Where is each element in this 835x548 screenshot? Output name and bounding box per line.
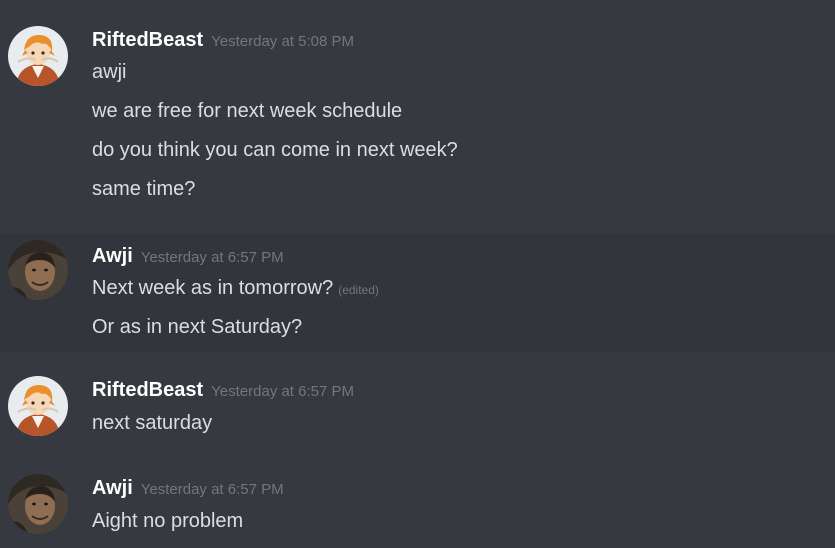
message-text: same time?	[92, 178, 196, 200]
message-text: next saturday	[92, 412, 213, 434]
edited-label: (edited)	[338, 283, 379, 297]
message-group: RiftedBeast Yesterday at 5:08 PM awji we …	[0, 20, 835, 210]
message-header: RiftedBeast Yesterday at 5:08 PM	[92, 28, 354, 52]
message-text: Aight no problem	[92, 510, 244, 532]
message-group: Awji Yesterday at 6:57 PM Aight no proble…	[0, 468, 835, 548]
message-text-content: Next week as in tomorrow?	[92, 277, 334, 299]
message-text: Next week as in tomorrow? (edited)	[92, 275, 379, 301]
username[interactable]: RiftedBeast	[92, 29, 203, 51]
chat-messages: RiftedBeast Yesterday at 5:08 PM awji we …	[0, 0, 835, 548]
timestamp: Yesterday at 5:08 PM	[211, 33, 355, 50]
timestamp: Yesterday at 6:57 PM	[140, 249, 284, 266]
message-group: RiftedBeast Yesterday at 6:57 PM next sat…	[0, 370, 835, 442]
avatar[interactable]	[8, 26, 68, 86]
message-text: awji	[92, 61, 127, 83]
timestamp: Yesterday at 6:57 PM	[140, 481, 284, 498]
message-header: RiftedBeast Yesterday at 6:57 PM	[92, 378, 354, 402]
avatar[interactable]	[8, 376, 68, 436]
avatar[interactable]	[8, 474, 68, 534]
message-text: do you think you can come in next week?	[92, 139, 458, 161]
avatar[interactable]	[8, 240, 68, 300]
message-group: Awji Yesterday at 6:57 PM Next week as in…	[0, 234, 835, 352]
message-text: we are free for next week schedule	[92, 100, 403, 122]
message-text: Or as in next Saturday?	[92, 316, 303, 338]
username[interactable]: Awji	[92, 245, 133, 267]
timestamp: Yesterday at 6:57 PM	[211, 383, 355, 400]
username[interactable]: Awji	[92, 477, 133, 499]
message-header: Awji Yesterday at 6:57 PM	[92, 476, 284, 500]
message-header: Awji Yesterday at 6:57 PM	[92, 244, 284, 268]
username[interactable]: RiftedBeast	[92, 379, 203, 401]
